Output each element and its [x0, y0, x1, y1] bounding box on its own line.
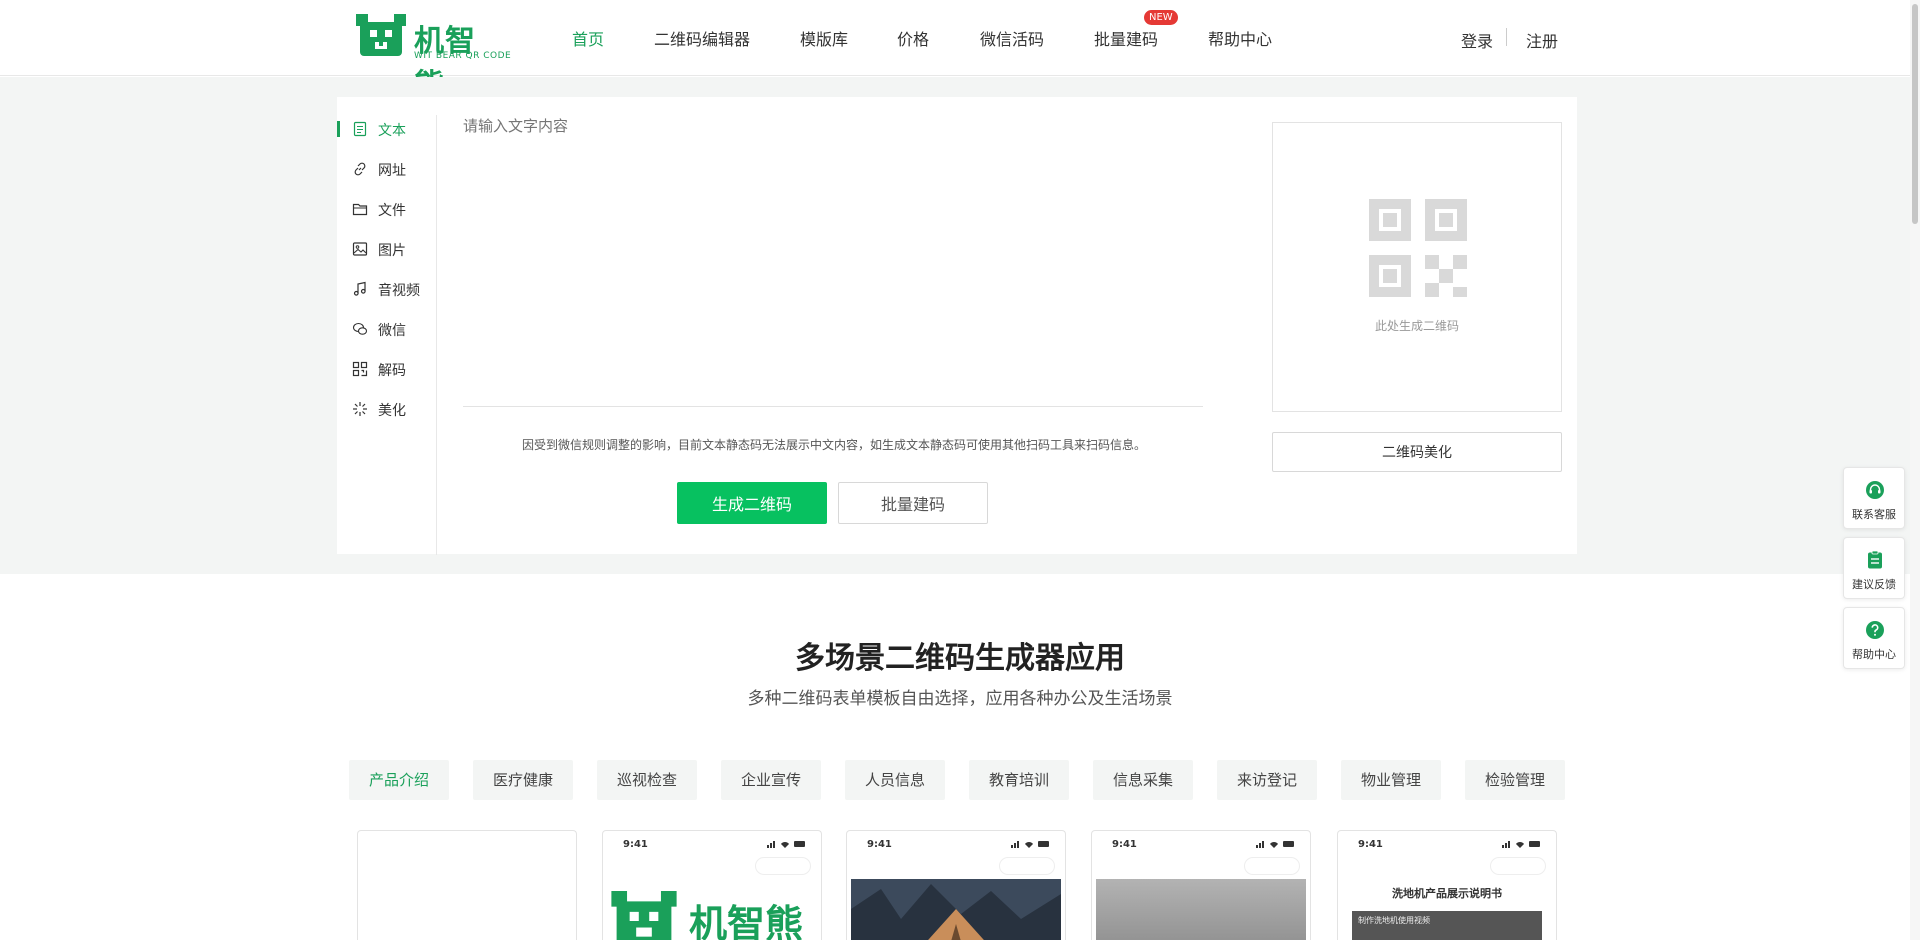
status-icons [1256, 841, 1294, 848]
tab-visitor-registration[interactable]: 来访登记 [1217, 760, 1317, 800]
template-card[interactable]: 9:41 机智熊 [602, 830, 822, 940]
batch-create-button[interactable]: 批量建码 [838, 482, 988, 524]
sidebar-item-text[interactable]: 文本 [337, 115, 437, 145]
link-icon [354, 162, 366, 176]
qr-preview-box: 此处生成二维码 [1272, 122, 1562, 412]
sidebar-item-decode[interactable]: 解码 [337, 355, 437, 385]
status-icons [1011, 841, 1049, 848]
qr-placeholder-icon [1369, 199, 1467, 297]
generator-band: 文本 网址 文件 图片 音视频 微信 解码 美化 请输入文字内容 因受到微信规则… [0, 77, 1920, 574]
tab-info-collection[interactable]: 信息采集 [1093, 760, 1193, 800]
nav-template-library[interactable]: 模版库 [800, 26, 848, 50]
section-title: 多场景二维码生成器应用 [795, 641, 1125, 676]
tab-property-management[interactable]: 物业管理 [1341, 760, 1441, 800]
sidebar-item-label: 文本 [378, 123, 406, 139]
nav-qr-editor[interactable]: 二维码编辑器 [654, 26, 750, 50]
mini-program-capsule [1490, 857, 1546, 875]
sparkle-icon [353, 402, 367, 416]
text-content-input[interactable] [463, 115, 1203, 407]
bear-logo-icon [356, 14, 406, 56]
template-card[interactable]: 9:41 [1091, 830, 1311, 940]
template-card[interactable] [357, 830, 577, 940]
wechat-icon [352, 322, 368, 335]
sidebar-item-label: 解码 [378, 363, 406, 379]
float-label: 建议反馈 [1852, 578, 1896, 591]
tab-corporate-promo[interactable]: 企业宣传 [721, 760, 821, 800]
nav-home[interactable]: 首页 [572, 26, 604, 50]
music-icon [353, 281, 366, 296]
float-label: 联系客服 [1852, 508, 1896, 521]
contact-service-button[interactable]: 联系客服 [1843, 467, 1905, 529]
product-photo [1096, 879, 1306, 940]
tab-product-intro[interactable]: 产品介绍 [349, 760, 449, 800]
status-icons [1502, 841, 1540, 848]
brand-logo[interactable]: 机智熊 WIT BEAR QR CODE [356, 14, 511, 103]
brand-subtitle: WIT BEAR QR CODE [414, 51, 512, 61]
status-time: 9:41 [867, 839, 892, 850]
section-subtitle: 多种二维码表单模板自由选择，应用各种办公及生活场景 [747, 689, 1173, 709]
sidebar-item-label: 图片 [378, 243, 406, 259]
feedback-button[interactable]: 建议反馈 [1843, 537, 1905, 599]
clipboard-icon [1868, 550, 1882, 569]
auth-divider [1506, 28, 1507, 46]
status-time: 9:41 [1112, 839, 1137, 850]
tab-education-training[interactable]: 教育培训 [969, 760, 1069, 800]
status-icons [767, 841, 805, 848]
headset-icon [1866, 481, 1884, 499]
qr-beautify-button[interactable]: 二维码美化 [1272, 432, 1562, 472]
mini-program-capsule [755, 857, 811, 875]
sidebar-item-file[interactable]: 文件 [337, 195, 437, 225]
tab-personnel-info[interactable]: 人员信息 [845, 760, 945, 800]
sidebar-item-label: 音视频 [378, 283, 420, 299]
template-card[interactable]: 9:41 洗地机产品展示说明书 制作洗地机使用视频 [1337, 830, 1557, 940]
nav-batch-create[interactable]: 批量建码 [1094, 26, 1158, 50]
nav-help-center[interactable]: 帮助中心 [1208, 26, 1272, 50]
template-logo: 机智熊 [609, 883, 819, 940]
mini-program-capsule [999, 857, 1055, 875]
template-video-banner: 制作洗地机使用视频 [1352, 911, 1542, 940]
nav-pricing[interactable]: 价格 [897, 26, 929, 50]
template-brand-text: 机智熊 [689, 902, 804, 940]
image-icon [352, 242, 368, 256]
document-icon [353, 121, 367, 137]
tent-photo [851, 879, 1061, 940]
top-header: 机智熊 WIT BEAR QR CODE 首页 二维码编辑器 模版库 价格 微信… [0, 0, 1920, 103]
sidebar-item-label: 文件 [378, 203, 406, 219]
mini-program-capsule [1244, 857, 1300, 875]
sidebar-item-label: 网址 [378, 163, 406, 179]
scrollbar-thumb[interactable] [1912, 4, 1918, 224]
folder-icon [352, 203, 368, 216]
sidebar-item-label: 美化 [378, 403, 406, 419]
qr-placeholder-text: 此处生成二维码 [1374, 319, 1459, 333]
bear-logo-icon [611, 891, 677, 940]
new-badge: NEW [1144, 10, 1178, 25]
status-time: 9:41 [1358, 839, 1383, 850]
template-card[interactable]: 9:41 [846, 830, 1066, 940]
sidebar-item-label: 微信 [378, 323, 406, 339]
sidebar-item-wechat[interactable]: 微信 [337, 315, 437, 345]
sidebar-item-image[interactable]: 图片 [337, 235, 437, 265]
status-time: 9:41 [623, 839, 648, 850]
template-caption: 制作洗地机使用视频 [1358, 916, 1430, 925]
generate-qr-button[interactable]: 生成二维码 [677, 482, 827, 524]
sidebar-item-beautify[interactable]: 美化 [337, 395, 437, 425]
tab-inspection[interactable]: 巡视检查 [597, 760, 697, 800]
nav-wechat-live-code[interactable]: 微信活码 [980, 26, 1044, 50]
tab-inspection-management[interactable]: 检验管理 [1465, 760, 1565, 800]
register-link[interactable]: 注册 [1526, 28, 1558, 52]
sidebar-item-audio-video[interactable]: 音视频 [337, 275, 437, 305]
tab-medical-health[interactable]: 医疗健康 [473, 760, 573, 800]
generator-card: 文本 网址 文件 图片 音视频 微信 解码 美化 请输入文字内容 因受到微信规则… [337, 97, 1577, 555]
page-scrollbar[interactable] [1910, 0, 1920, 940]
qr-scan-icon [352, 361, 368, 377]
type-sidebar: 文本 网址 文件 图片 音视频 微信 解码 美化 [337, 115, 437, 555]
template-title: 洗地机产品展示说明书 [1392, 887, 1502, 900]
notice-text: 因受到微信规则调整的影响，目前文本静态码无法展示中文内容，如生成文本静态码可使用… [521, 438, 1146, 452]
login-link[interactable]: 登录 [1461, 28, 1493, 52]
sidebar-item-url[interactable]: 网址 [337, 155, 437, 185]
